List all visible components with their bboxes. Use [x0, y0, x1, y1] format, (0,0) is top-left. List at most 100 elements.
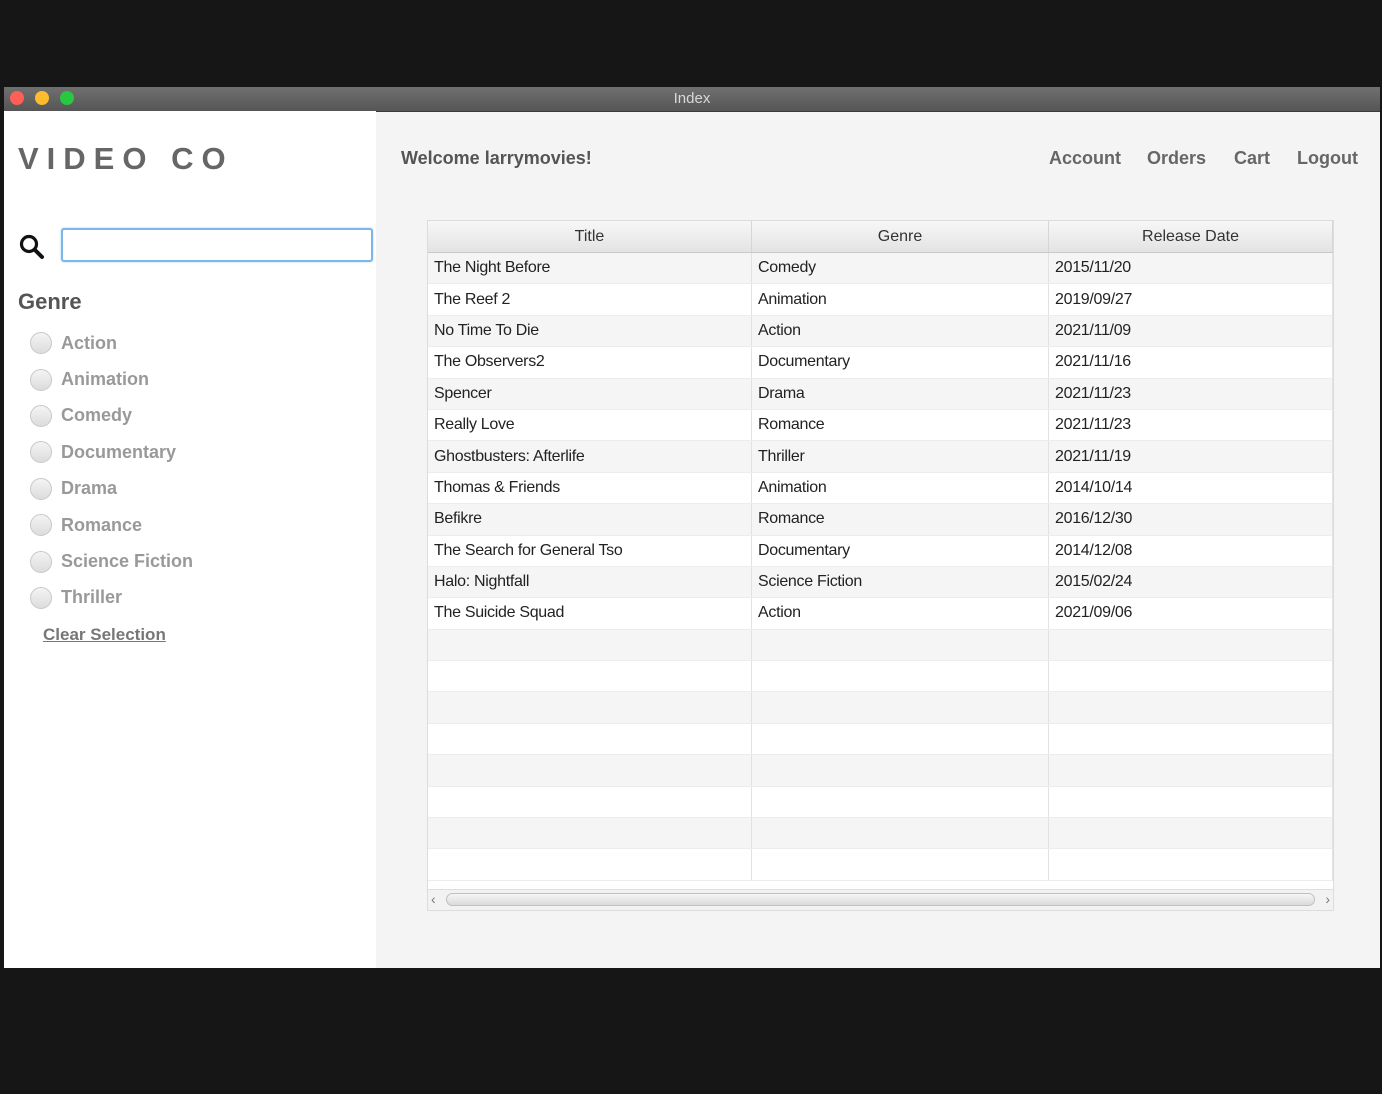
cell-title: The Observers2 [428, 347, 752, 378]
search-input[interactable] [61, 228, 373, 262]
column-header-release-date[interactable]: Release Date [1049, 221, 1333, 252]
cell-title: Befikre [428, 504, 752, 535]
table-row[interactable]: Really Love Romance 2021/11/23 [428, 409, 1333, 442]
scrollbar-thumb[interactable] [446, 893, 1315, 906]
genre-option-romance[interactable]: Romance [30, 507, 193, 543]
nav-cart-link[interactable]: Cart [1234, 148, 1270, 169]
genre-label: Documentary [61, 441, 177, 462]
cell-release-date: 2021/11/19 [1049, 441, 1333, 472]
cell-genre: Documentary [752, 347, 1049, 378]
table-row[interactable]: No Time To Die Action 2021/11/09 [428, 315, 1333, 348]
table-row[interactable]: The Search for General Tso Documentary 2… [428, 535, 1333, 567]
radio-button[interactable] [30, 332, 52, 355]
sidebar: VIDEO CO Genre Action Animation Comedy D… [4, 111, 376, 968]
cell-title: Halo: Nightfall [428, 566, 752, 598]
nav-logout-link[interactable]: Logout [1297, 148, 1358, 169]
genre-label: Comedy [61, 405, 133, 426]
table-row[interactable]: The Observers2 Documentary 2021/11/16 [428, 347, 1333, 379]
cell-genre: Comedy [752, 253, 1049, 284]
table-row[interactable]: Befikre Romance 2016/12/30 [428, 504, 1333, 536]
genre-option-documentary[interactable]: Documentary [30, 434, 193, 470]
cell-genre: Drama [752, 378, 1049, 409]
genre-label: Science Fiction [61, 551, 194, 572]
cell-title: Spencer [428, 378, 752, 409]
scroll-right-arrow-icon[interactable]: › [1325, 891, 1330, 907]
scroll-left-arrow-icon[interactable]: ‹ [431, 891, 436, 907]
genre-radio-group: Action Animation Comedy Documentary Dram… [30, 325, 193, 616]
genre-option-animation[interactable]: Animation [30, 361, 193, 397]
cell-genre: Romance [752, 409, 1049, 441]
table-row[interactable]: Halo: Nightfall Science Fiction 2015/02/… [428, 566, 1333, 599]
cell-genre: Animation [752, 472, 1049, 504]
horizontal-scrollbar[interactable]: ‹ › [428, 889, 1333, 910]
cell-genre: Romance [752, 504, 1049, 535]
column-header-genre[interactable]: Genre [752, 221, 1049, 252]
cell-genre: Action [752, 598, 1049, 629]
radio-button[interactable] [30, 404, 52, 427]
radio-button[interactable] [30, 550, 52, 573]
radio-button[interactable] [30, 441, 52, 464]
cell-release-date: 2015/11/20 [1049, 253, 1333, 284]
genre-option-action[interactable]: Action [30, 325, 193, 361]
table-row[interactable]: The Reef 2 Animation 2019/09/27 [428, 284, 1333, 316]
genre-option-science-fiction[interactable]: Science Fiction [30, 543, 193, 579]
title-bar: Index [4, 87, 1380, 112]
empty-table-row [428, 849, 1333, 881]
cell-genre: Documentary [752, 535, 1049, 566]
genre-option-drama[interactable]: Drama [30, 471, 193, 507]
empty-table-row [428, 692, 1333, 724]
empty-table-row [428, 755, 1333, 787]
genre-option-comedy[interactable]: Comedy [30, 398, 193, 434]
cell-release-date: 2021/11/23 [1049, 409, 1333, 441]
cell-release-date: 2021/11/16 [1049, 347, 1333, 378]
table-row[interactable]: The Suicide Squad Action 2021/09/06 [428, 598, 1333, 630]
cell-release-date: 2019/09/27 [1049, 284, 1333, 315]
empty-table-row [428, 818, 1333, 850]
cell-genre: Thriller [752, 441, 1049, 472]
genre-label: Thriller [61, 587, 123, 608]
nav-orders-link[interactable]: Orders [1147, 148, 1206, 169]
radio-button[interactable] [30, 514, 52, 537]
cell-release-date: 2021/11/09 [1049, 315, 1333, 347]
empty-table-row [428, 661, 1333, 693]
genre-label: Animation [61, 369, 149, 390]
window-title: Index [673, 90, 711, 107]
cell-release-date: 2021/11/23 [1049, 378, 1333, 409]
genre-label: Romance [61, 514, 143, 535]
table-row[interactable]: The Night Before Comedy 2015/11/20 [428, 253, 1333, 285]
cell-genre: Science Fiction [752, 566, 1049, 598]
empty-table-row [428, 786, 1333, 819]
clear-selection-link[interactable]: Clear Selection [43, 625, 166, 645]
welcome-message: Welcome larrymovies! [401, 148, 592, 168]
search-icon [19, 234, 44, 259]
cell-release-date: 2016/12/30 [1049, 504, 1333, 535]
column-header-title[interactable]: Title [428, 221, 752, 252]
radio-button[interactable] [30, 477, 52, 500]
table-row[interactable]: Thomas & Friends Animation 2014/10/14 [428, 472, 1333, 505]
genre-label: Drama [61, 478, 118, 499]
cell-title: The Reef 2 [428, 284, 752, 315]
cell-title: Really Love [428, 409, 752, 441]
empty-table-row [428, 629, 1333, 662]
genre-heading: Genre [18, 289, 82, 314]
radio-button[interactable] [30, 368, 52, 391]
cell-title: The Search for General Tso [428, 535, 752, 566]
nav-account-link[interactable]: Account [1049, 148, 1121, 169]
radio-button[interactable] [30, 586, 52, 609]
cell-release-date: 2015/02/24 [1049, 566, 1333, 598]
cell-genre: Animation [752, 284, 1049, 315]
genre-label: Action [61, 332, 117, 353]
movies-table: Title Genre Release Date The Night Befor… [427, 220, 1334, 911]
table-body: The Night Before Comedy 2015/11/20 The R… [428, 253, 1333, 881]
table-row[interactable]: Spencer Drama 2021/11/23 [428, 378, 1333, 410]
cell-release-date: 2014/10/14 [1049, 472, 1333, 504]
cell-title: No Time To Die [428, 315, 752, 347]
cell-title: The Night Before [428, 253, 752, 284]
app-window: Index VIDEO CO Genre Action Animation Co… [4, 87, 1380, 968]
table-row[interactable]: Ghostbusters: Afterlife Thriller 2021/11… [428, 441, 1333, 473]
genre-option-thriller[interactable]: Thriller [30, 580, 193, 616]
cell-release-date: 2014/12/08 [1049, 535, 1333, 566]
cell-title: The Suicide Squad [428, 598, 752, 629]
cell-title: Thomas & Friends [428, 472, 752, 504]
empty-table-row [428, 723, 1333, 756]
